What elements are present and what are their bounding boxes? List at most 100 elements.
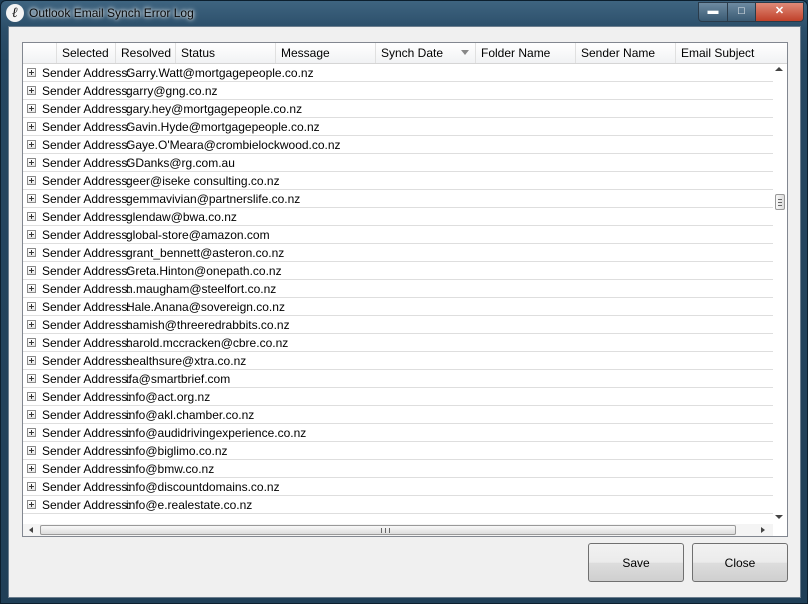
group-row[interactable]: Sender Address: gemmavivian@partnerslife.… — [23, 190, 773, 208]
group-row[interactable]: Sender Address: info@audidrivingexperienc… — [23, 424, 773, 442]
group-row[interactable]: Sender Address: info@discountdomains.co.n… — [23, 478, 773, 496]
expand-plus-icon[interactable] — [27, 302, 36, 311]
sender-address-value: glendaw@bwa.co.nz — [126, 210, 237, 224]
group-label: Sender Address: — [42, 462, 131, 476]
expand-plus-icon[interactable] — [27, 266, 36, 275]
expand-plus-icon[interactable] — [27, 500, 36, 509]
column-header-status[interactable]: Status — [175, 43, 275, 63]
group-row[interactable]: Sender Address: harold.mccracken@cbre.co.… — [23, 334, 773, 352]
sender-address-value: grant_bennett@asteron.co.nz — [126, 246, 285, 260]
group-row[interactable]: Sender Address: Hale.Anana@sovereign.co.n… — [23, 298, 773, 316]
expand-plus-icon[interactable] — [27, 176, 36, 185]
group-row[interactable]: Sender Address: info@biglimo.co.nz — [23, 442, 773, 460]
sender-address-value: garry@gng.co.nz — [126, 84, 218, 98]
group-label: Sender Address: — [42, 282, 131, 296]
group-row[interactable]: Sender Address: geer@iseke consulting.co.… — [23, 172, 773, 190]
group-row[interactable]: Sender Address: global-store@amazon.com — [23, 226, 773, 244]
column-header-resolved[interactable]: Resolved — [115, 43, 175, 63]
title-bar[interactable]: ℓ Outlook Email Synch Error Log ▬ □ ✕ — [1, 1, 807, 25]
group-row[interactable]: Sender Address: ifa@smartbrief.com — [23, 370, 773, 388]
column-header-synch-date[interactable]: Synch Date — [375, 43, 475, 63]
horizontal-scroll-thumb[interactable] — [40, 525, 736, 535]
close-window-button[interactable]: ✕ — [755, 2, 804, 22]
sender-address-value: info@akl.chamber.co.nz — [126, 408, 255, 422]
grid-header: Selected Resolved Status Message Synch D… — [23, 43, 787, 64]
horizontal-scrollbar[interactable] — [23, 524, 773, 536]
group-row[interactable]: Sender Address: gary.hey@mortgagepeople.c… — [23, 100, 773, 118]
expand-plus-icon[interactable] — [27, 230, 36, 239]
close-button[interactable]: Close — [692, 543, 788, 582]
group-row[interactable]: Sender Address: healthsure@xtra.co.nz — [23, 352, 773, 370]
expand-plus-icon[interactable] — [27, 392, 36, 401]
group-label: Sender Address: — [42, 66, 131, 80]
group-label: Sender Address: — [42, 408, 131, 422]
column-header-folder-name[interactable]: Folder Name — [475, 43, 575, 63]
expand-plus-icon[interactable] — [27, 212, 36, 221]
group-label: Sender Address: — [42, 174, 131, 188]
column-header-sender-name[interactable]: Sender Name — [575, 43, 675, 63]
group-row[interactable]: Sender Address: grant_bennett@asteron.co.… — [23, 244, 773, 262]
group-row[interactable]: Sender Address: info@bmw.co.nz — [23, 460, 773, 478]
expand-plus-icon[interactable] — [27, 410, 36, 419]
column-header-selected[interactable]: Selected — [56, 43, 115, 63]
sender-address-value: Greta.Hinton@onepath.co.nz — [126, 264, 282, 278]
group-row[interactable]: Sender Address: garry@gng.co.nz — [23, 82, 773, 100]
maximize-button[interactable]: □ — [727, 2, 756, 22]
expand-plus-icon[interactable] — [27, 140, 36, 149]
scroll-left-arrow-icon[interactable] — [29, 527, 33, 533]
sender-address-value: gary.hey@mortgagepeople.co.nz — [126, 102, 303, 116]
group-row[interactable]: Sender Address: Gaye.O'Meara@crombielockw… — [23, 136, 773, 154]
group-row[interactable]: Sender Address: Greta.Hinton@onepath.co.n… — [23, 262, 773, 280]
sender-address-value: geer@iseke consulting.co.nz — [126, 174, 280, 188]
column-header-message[interactable]: Message — [275, 43, 375, 63]
minimize-button[interactable]: ▬ — [698, 2, 728, 22]
group-row[interactable]: Sender Address: info@act.org.nz — [23, 388, 773, 406]
group-label: Sender Address: — [42, 192, 131, 206]
expand-plus-icon[interactable] — [27, 428, 36, 437]
group-row[interactable]: Sender Address: h.maugham@steelfort.co.nz — [23, 280, 773, 298]
expand-plus-icon[interactable] — [27, 374, 36, 383]
group-row[interactable]: Sender Address: GDanks@rg.com.au — [23, 154, 773, 172]
group-row[interactable]: Sender Address: hamish@threeredrabbits.co… — [23, 316, 773, 334]
expand-plus-icon[interactable] — [27, 338, 36, 347]
expand-plus-icon[interactable] — [27, 356, 36, 365]
sender-address-value: global-store@amazon.com — [126, 228, 270, 242]
group-label: Sender Address: — [42, 300, 131, 314]
group-label: Sender Address: — [42, 444, 131, 458]
group-row[interactable]: Sender Address: glendaw@bwa.co.nz — [23, 208, 773, 226]
group-label: Sender Address: — [42, 228, 131, 242]
scroll-right-arrow-icon[interactable] — [761, 527, 765, 533]
group-label: Sender Address: — [42, 390, 131, 404]
sender-address-value: Hale.Anana@sovereign.co.nz — [126, 300, 285, 314]
expand-plus-icon[interactable] — [27, 86, 36, 95]
group-row[interactable]: Sender Address: info@akl.chamber.co.nz — [23, 406, 773, 424]
sender-address-value: info@discountdomains.co.nz — [126, 480, 280, 494]
group-label: Sender Address: — [42, 264, 131, 278]
error-log-window: ℓ Outlook Email Synch Error Log ▬ □ ✕ Se… — [0, 0, 808, 604]
expand-plus-icon[interactable] — [27, 158, 36, 167]
expand-plus-icon[interactable] — [27, 446, 36, 455]
window-title: Outlook Email Synch Error Log — [29, 6, 194, 20]
expand-plus-icon[interactable] — [27, 104, 36, 113]
expand-plus-icon[interactable] — [27, 68, 36, 77]
scroll-up-arrow-icon[interactable] — [775, 67, 783, 71]
column-header-email-subject[interactable]: Email Subject — [675, 43, 787, 63]
vertical-scrollbar[interactable] — [773, 64, 787, 536]
expand-plus-icon[interactable] — [27, 284, 36, 293]
sender-address-value: GDanks@rg.com.au — [126, 156, 235, 170]
expand-plus-icon[interactable] — [27, 482, 36, 491]
group-label: Sender Address: — [42, 210, 131, 224]
expand-plus-icon[interactable] — [27, 194, 36, 203]
group-row[interactable]: Sender Address: info@e.realestate.co.nz — [23, 496, 773, 514]
vertical-scroll-thumb[interactable] — [775, 194, 785, 210]
expand-plus-icon[interactable] — [27, 122, 36, 131]
expand-plus-icon[interactable] — [27, 248, 36, 257]
scroll-down-arrow-icon[interactable] — [775, 515, 783, 519]
expand-plus-icon[interactable] — [27, 464, 36, 473]
group-row[interactable]: Sender Address: Garry.Watt@mortgagepeople… — [23, 64, 773, 82]
sender-address-value: Gavin.Hyde@mortgagepeople.co.nz — [126, 120, 320, 134]
save-button[interactable]: Save — [588, 543, 684, 582]
expand-plus-icon[interactable] — [27, 320, 36, 329]
group-row[interactable]: Sender Address: Gavin.Hyde@mortgagepeople… — [23, 118, 773, 136]
column-header-indicator — [23, 43, 56, 63]
